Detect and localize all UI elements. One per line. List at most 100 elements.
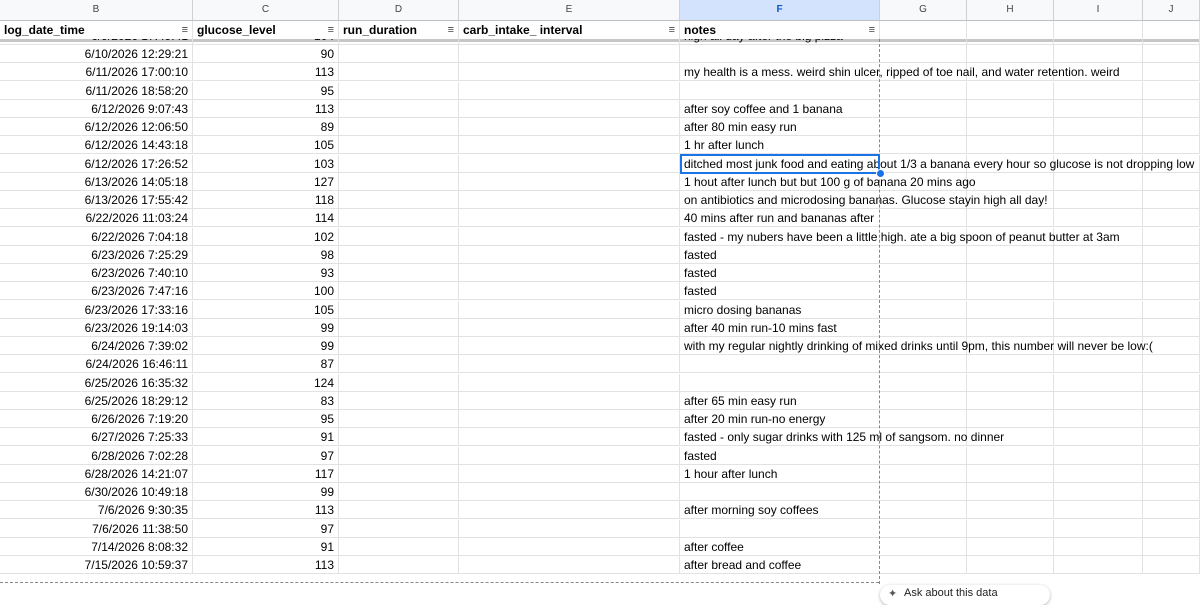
run-duration-cell[interactable] bbox=[339, 337, 459, 355]
date-cell[interactable]: 7/14/2026 8:08:32 bbox=[0, 537, 193, 556]
empty-cell[interactable] bbox=[1143, 464, 1200, 483]
filter-icon[interactable]: ≡ bbox=[669, 21, 675, 39]
notes-cell[interactable]: after 65 min easy run bbox=[680, 392, 880, 410]
empty-cell[interactable] bbox=[880, 118, 967, 136]
run-duration-cell[interactable] bbox=[339, 537, 459, 556]
date-cell[interactable]: 7/6/2026 11:38:50 bbox=[0, 519, 193, 538]
date-cell[interactable]: 6/23/2026 7:47:16 bbox=[0, 282, 193, 301]
empty-cell[interactable] bbox=[967, 537, 1054, 556]
notes-cell[interactable] bbox=[680, 520, 880, 538]
carb-interval-cell[interactable] bbox=[459, 45, 680, 63]
empty-cell[interactable] bbox=[967, 464, 1054, 483]
empty-cell[interactable] bbox=[1054, 373, 1143, 392]
run-duration-cell[interactable] bbox=[339, 245, 459, 264]
empty-cell[interactable] bbox=[880, 537, 967, 556]
empty-cell[interactable] bbox=[967, 264, 1054, 282]
date-cell[interactable]: 6/13/2026 14:05:18 bbox=[0, 172, 193, 191]
notes-cell[interactable] bbox=[680, 45, 880, 63]
notes-cell[interactable]: 1 hr after lunch bbox=[680, 136, 880, 154]
column-letter-h[interactable]: H bbox=[967, 0, 1054, 20]
glucose-cell[interactable]: 114 bbox=[193, 209, 339, 228]
carb-interval-cell[interactable] bbox=[459, 428, 680, 447]
carb-interval-cell[interactable] bbox=[459, 501, 680, 520]
glucose-cell[interactable]: 103 bbox=[193, 154, 339, 173]
carb-interval-cell[interactable] bbox=[459, 136, 680, 155]
date-cell[interactable]: 7/6/2026 9:30:35 bbox=[0, 501, 193, 520]
run-duration-cell[interactable] bbox=[339, 519, 459, 538]
empty-cell[interactable] bbox=[880, 373, 967, 392]
empty-cell[interactable] bbox=[967, 446, 1054, 465]
empty-cell[interactable] bbox=[880, 209, 967, 228]
carb-interval-cell[interactable] bbox=[459, 227, 680, 246]
date-cell[interactable]: 6/12/2026 17:26:52 bbox=[0, 154, 193, 173]
notes-cell[interactable]: fasted bbox=[680, 447, 880, 465]
empty-cell[interactable] bbox=[1054, 318, 1143, 337]
glucose-cell[interactable]: 99 bbox=[193, 337, 339, 355]
glucose-cell[interactable]: 127 bbox=[193, 172, 339, 191]
date-cell[interactable]: 6/27/2026 7:25:33 bbox=[0, 428, 193, 447]
notes-cell[interactable]: fasted bbox=[680, 264, 880, 282]
empty-cell[interactable] bbox=[967, 245, 1054, 264]
date-cell[interactable]: 6/11/2026 18:58:20 bbox=[0, 81, 193, 100]
date-cell[interactable]: 6/23/2026 17:33:16 bbox=[0, 300, 193, 319]
notes-cell[interactable]: fasted - only sugar drinks with 125 ml o… bbox=[680, 428, 1004, 446]
empty-cell[interactable] bbox=[880, 282, 967, 301]
empty-cell[interactable] bbox=[967, 118, 1054, 136]
column-letter-b[interactable]: B bbox=[0, 0, 193, 20]
glucose-cell[interactable]: 89 bbox=[193, 118, 339, 136]
run-duration-cell[interactable] bbox=[339, 99, 459, 118]
empty-cell[interactable] bbox=[1054, 519, 1143, 538]
empty-cell[interactable] bbox=[967, 99, 1054, 118]
empty-cell[interactable] bbox=[1143, 446, 1200, 465]
date-cell[interactable]: 6/24/2026 16:46:11 bbox=[0, 355, 193, 374]
carb-interval-cell[interactable] bbox=[459, 483, 680, 501]
date-cell[interactable]: 6/24/2026 7:39:02 bbox=[0, 337, 193, 355]
empty-cell[interactable] bbox=[1054, 483, 1143, 501]
empty-cell[interactable] bbox=[1054, 209, 1143, 228]
empty-cell[interactable] bbox=[967, 45, 1054, 63]
date-cell[interactable]: 6/12/2026 9:07:43 bbox=[0, 99, 193, 118]
carb-interval-cell[interactable] bbox=[459, 556, 680, 574]
header-carb-intake-interval[interactable]: carb_intake_ interval ≡ bbox=[459, 21, 680, 39]
notes-cell[interactable]: after soy coffee and 1 banana bbox=[680, 100, 880, 118]
notes-cell[interactable] bbox=[680, 483, 880, 501]
carb-interval-cell[interactable] bbox=[459, 209, 680, 228]
notes-cell[interactable]: 1 hour after lunch bbox=[680, 465, 880, 483]
carb-interval-cell[interactable] bbox=[459, 81, 680, 100]
run-duration-cell[interactable] bbox=[339, 227, 459, 246]
header-empty[interactable] bbox=[1143, 21, 1200, 39]
run-duration-cell[interactable] bbox=[339, 501, 459, 520]
column-letter-c[interactable]: C bbox=[193, 0, 339, 20]
empty-cell[interactable] bbox=[1143, 556, 1200, 574]
empty-cell[interactable] bbox=[1143, 519, 1200, 538]
run-duration-cell[interactable] bbox=[339, 483, 459, 501]
fill-handle[interactable] bbox=[876, 168, 885, 178]
notes-cell[interactable]: fasted bbox=[680, 282, 880, 300]
glucose-cell[interactable]: 117 bbox=[193, 464, 339, 483]
run-duration-cell[interactable] bbox=[339, 373, 459, 392]
empty-cell[interactable] bbox=[1054, 264, 1143, 282]
date-cell[interactable]: 6/23/2026 19:14:03 bbox=[0, 318, 193, 337]
carb-interval-cell[interactable] bbox=[459, 410, 680, 428]
empty-cell[interactable] bbox=[880, 391, 967, 410]
notes-cell[interactable]: 40 mins after run and bananas after bbox=[680, 209, 880, 227]
notes-cell[interactable] bbox=[680, 355, 880, 373]
header-empty[interactable] bbox=[1054, 21, 1143, 39]
run-duration-cell[interactable] bbox=[339, 428, 459, 447]
carb-interval-cell[interactable] bbox=[459, 99, 680, 118]
empty-cell[interactable] bbox=[967, 136, 1054, 155]
run-duration-cell[interactable] bbox=[339, 81, 459, 100]
header-empty[interactable] bbox=[967, 21, 1054, 39]
empty-cell[interactable] bbox=[1054, 99, 1143, 118]
column-letter-i[interactable]: I bbox=[1054, 0, 1143, 20]
run-duration-cell[interactable] bbox=[339, 318, 459, 337]
carb-interval-cell[interactable] bbox=[459, 519, 680, 538]
empty-cell[interactable] bbox=[1054, 410, 1143, 428]
carb-interval-cell[interactable] bbox=[459, 191, 680, 209]
empty-cell[interactable] bbox=[880, 318, 967, 337]
empty-cell[interactable] bbox=[1054, 355, 1143, 374]
empty-cell[interactable] bbox=[967, 81, 1054, 100]
run-duration-cell[interactable] bbox=[339, 264, 459, 282]
carb-interval-cell[interactable] bbox=[459, 172, 680, 191]
column-letter-j[interactable]: J bbox=[1143, 0, 1200, 20]
